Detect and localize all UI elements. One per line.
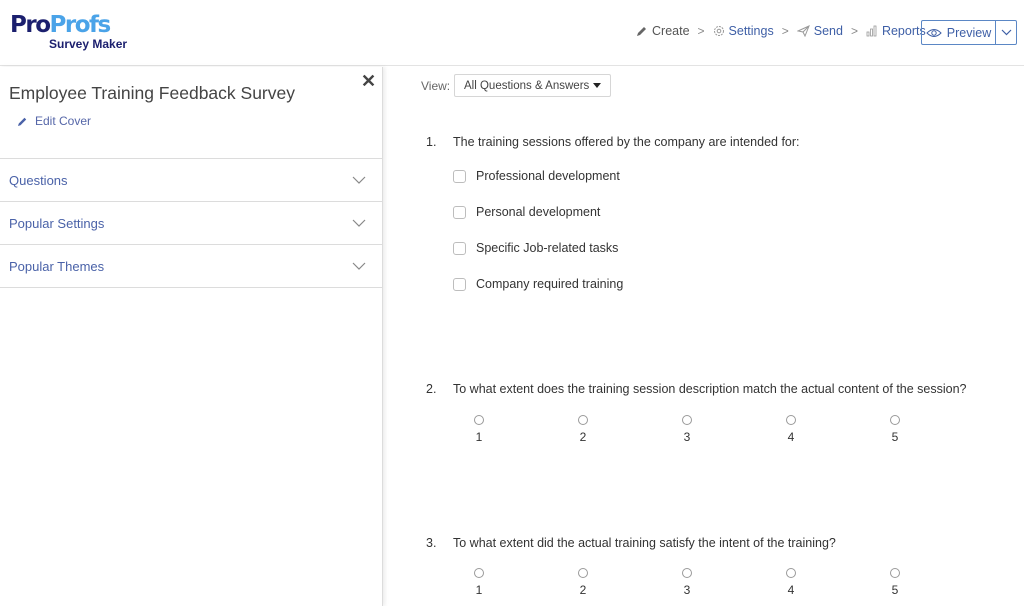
- radio-button[interactable]: [890, 415, 900, 425]
- question-text: The training sessions offered by the com…: [453, 135, 800, 149]
- scale-label: 1: [475, 430, 483, 444]
- scale-label: 2: [579, 430, 587, 444]
- scale-option[interactable]: 2: [568, 415, 598, 444]
- survey-sidebar: ✕ Employee Training Feedback Survey Edit…: [0, 67, 383, 606]
- preview-button[interactable]: Preview: [922, 21, 996, 44]
- eye-icon: [926, 28, 942, 37]
- checkbox[interactable]: [453, 277, 466, 291]
- bar-chart-icon: [866, 25, 877, 37]
- radio-button[interactable]: [578, 568, 588, 578]
- logo-subtitle: Survey Maker: [49, 37, 128, 51]
- question-text: To what extent did the actual training s…: [453, 536, 836, 550]
- logo-pro-text: Pro: [10, 12, 51, 38]
- radio-button[interactable]: [474, 568, 484, 578]
- logo-profs-text: Profs: [49, 12, 112, 38]
- scale-option[interactable]: 3: [672, 568, 702, 597]
- checkbox[interactable]: [453, 241, 466, 255]
- gear-icon: [713, 26, 724, 36]
- nav-separator: >: [781, 24, 789, 38]
- pencil-icon: [18, 117, 27, 126]
- proprofs-logo[interactable]: ProProfs Survey Maker: [10, 13, 127, 51]
- checkbox-option[interactable]: Specific Job-related tasks: [453, 241, 618, 255]
- top-bar: ProProfs Survey Maker Create > Settings …: [0, 0, 1024, 66]
- section-questions[interactable]: Questions: [0, 158, 383, 201]
- section-popular-settings-label: Popular Settings: [9, 215, 105, 231]
- radio-button[interactable]: [682, 568, 692, 578]
- scale-label: 2: [579, 583, 587, 597]
- survey-title: Employee Training Feedback Survey: [9, 83, 295, 103]
- checkbox-option[interactable]: Company required training: [453, 277, 623, 291]
- paper-plane-icon: [796, 25, 810, 37]
- edit-cover-label: Edit Cover: [35, 114, 92, 128]
- scale-label: 5: [891, 430, 899, 444]
- radio-button[interactable]: [890, 568, 900, 578]
- scale-option[interactable]: 4: [776, 415, 806, 444]
- scale-option[interactable]: 3: [672, 415, 702, 444]
- checkbox-option[interactable]: Professional development: [453, 169, 620, 183]
- option-label: Professional development: [476, 169, 620, 183]
- scale-label: 1: [475, 583, 483, 597]
- section-popular-themes-label: Popular Themes: [9, 258, 105, 274]
- nav-create[interactable]: Create: [636, 24, 690, 38]
- scale-option[interactable]: 5: [880, 415, 910, 444]
- view-select-value: All Questions & Answers: [464, 79, 590, 92]
- chevron-down-icon: [352, 176, 366, 184]
- radio-button[interactable]: [786, 415, 796, 425]
- nav-separator: >: [697, 24, 705, 38]
- question-number: 1.: [426, 135, 437, 149]
- question-text: To what extent does the training session…: [453, 382, 967, 396]
- nav-settings[interactable]: Settings: [713, 24, 774, 38]
- preview-dropdown-toggle[interactable]: [996, 21, 1016, 44]
- scale-option[interactable]: 4: [776, 568, 806, 597]
- nav-reports-label: Reports: [881, 24, 926, 38]
- question-number: 2.: [426, 382, 437, 396]
- scale-option[interactable]: 1: [464, 568, 494, 597]
- workflow-nav: Create > Settings > Send > Reports: [636, 24, 926, 38]
- scale-option[interactable]: 5: [880, 568, 910, 597]
- section-popular-themes[interactable]: Popular Themes: [0, 244, 383, 287]
- nav-reports[interactable]: Reports: [866, 24, 926, 38]
- section-questions-label: Questions: [9, 172, 68, 188]
- preview-button-group: Preview: [921, 20, 1017, 45]
- survey-preview-area: View: All Questions & Answers 1. The tra…: [384, 67, 1024, 606]
- preview-label: Preview: [946, 25, 992, 40]
- radio-button[interactable]: [578, 415, 588, 425]
- radio-button[interactable]: [682, 415, 692, 425]
- checkbox-option[interactable]: Personal development: [453, 205, 600, 219]
- checkbox[interactable]: [453, 169, 466, 183]
- view-label: View:: [421, 79, 451, 93]
- scale-label: 3: [683, 430, 691, 444]
- nav-create-label: Create: [652, 24, 690, 38]
- nav-settings-label: Settings: [728, 24, 774, 38]
- scale-label: 5: [891, 583, 899, 597]
- nav-send[interactable]: Send: [796, 24, 843, 38]
- sidebar-divider: [0, 287, 383, 288]
- pencil-icon: [637, 27, 646, 36]
- chevron-down-icon: [352, 262, 366, 270]
- section-popular-settings[interactable]: Popular Settings: [0, 201, 383, 244]
- option-label: Company required training: [476, 277, 624, 291]
- chevron-down-icon: [1001, 29, 1011, 36]
- question-number: 3.: [426, 536, 437, 550]
- option-label: Specific Job-related tasks: [476, 241, 619, 255]
- scale-label: 4: [787, 583, 795, 597]
- scale-option[interactable]: 1: [464, 415, 494, 444]
- scale-label: 3: [683, 583, 691, 597]
- chevron-down-icon: [352, 219, 366, 227]
- radio-button[interactable]: [786, 568, 796, 578]
- edit-cover-link[interactable]: Edit Cover: [17, 114, 91, 128]
- radio-button[interactable]: [474, 415, 484, 425]
- close-icon[interactable]: ✕: [361, 71, 376, 92]
- scale-label: 4: [787, 430, 795, 444]
- caret-down-icon: [593, 83, 601, 88]
- scale-option[interactable]: 2: [568, 568, 598, 597]
- nav-send-label: Send: [813, 24, 843, 38]
- option-label: Personal development: [476, 205, 601, 219]
- checkbox[interactable]: [453, 205, 466, 219]
- view-select[interactable]: All Questions & Answers: [454, 74, 611, 97]
- nav-separator: >: [850, 24, 858, 38]
